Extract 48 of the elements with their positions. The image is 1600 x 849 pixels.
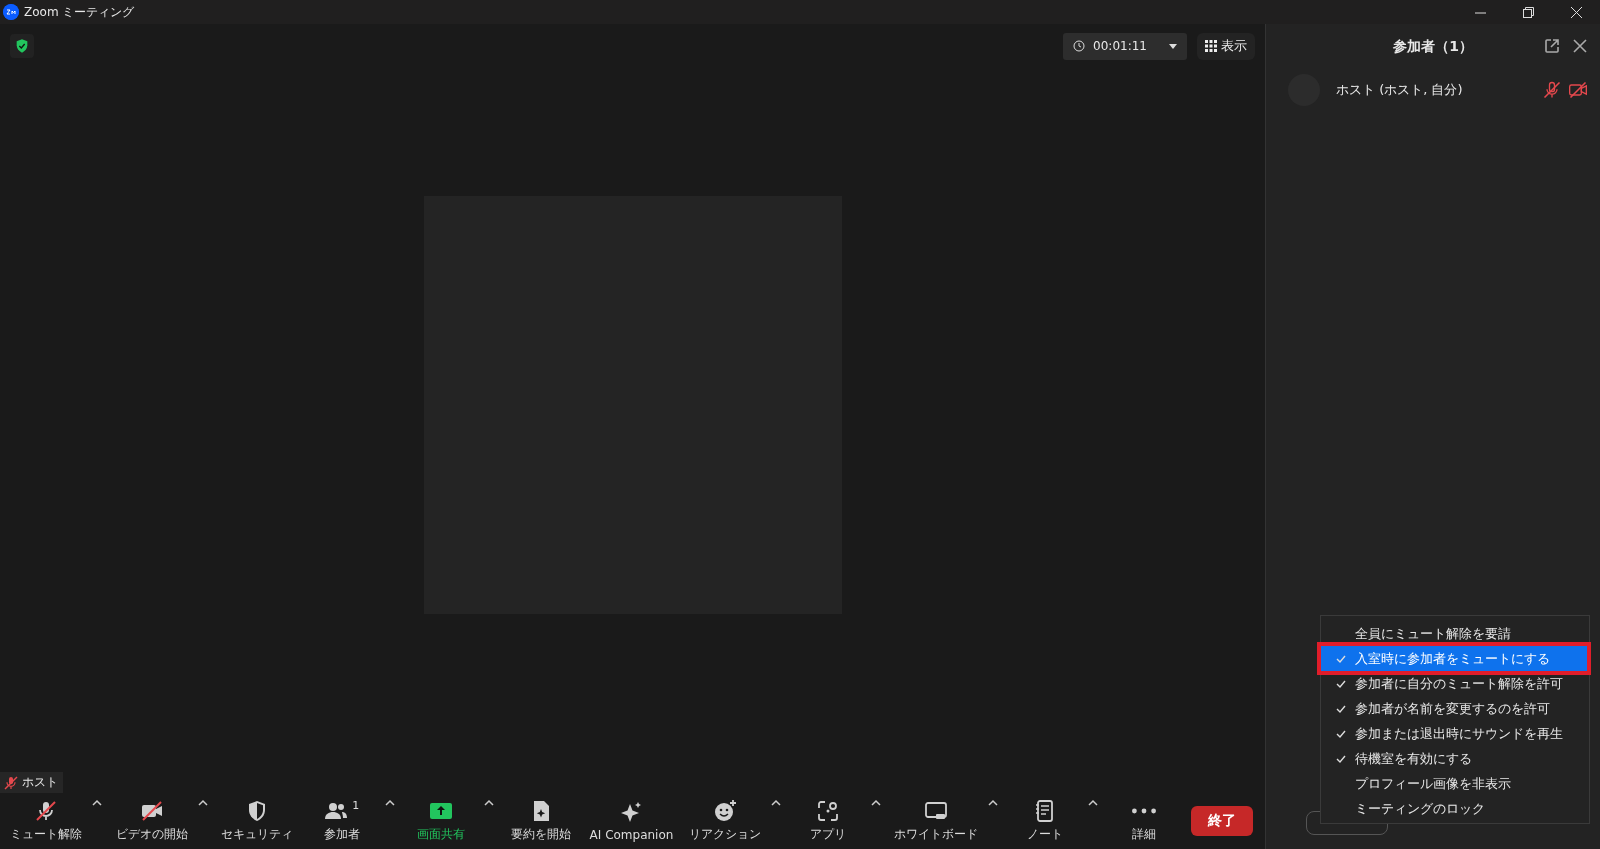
toolbar-button[interactable]: ビデオの開始 bbox=[113, 799, 190, 843]
caret-icon[interactable] bbox=[92, 799, 102, 807]
caret-icon[interactable] bbox=[771, 799, 781, 807]
menu-item[interactable]: 待機室を有効にする bbox=[1321, 746, 1589, 771]
smiley-icon bbox=[713, 799, 737, 823]
caret-icon[interactable] bbox=[988, 799, 999, 807]
toolbar-button[interactable]: 要約を開始 bbox=[505, 799, 576, 843]
clock-icon bbox=[1073, 40, 1086, 52]
camera-icon bbox=[139, 799, 164, 823]
menu-item[interactable]: 全員にミュート解除を要請 bbox=[1321, 621, 1589, 646]
toolbar-button[interactable]: ノート bbox=[1009, 799, 1080, 843]
participant-name: ホスト (ホスト, 自分) bbox=[1336, 81, 1464, 99]
view-button[interactable]: 表示 bbox=[1197, 32, 1255, 60]
encryption-shield-icon[interactable] bbox=[10, 34, 34, 58]
toolbar-button[interactable]: 画面共有 bbox=[406, 799, 477, 843]
menu-item[interactable]: 参加者に自分のミュート解除を許可 bbox=[1321, 671, 1589, 696]
toolbar-button[interactable]: アプリ bbox=[792, 799, 863, 843]
caret-icon[interactable] bbox=[197, 799, 208, 807]
menu-item[interactable]: 参加者が名前を変更するのを許可 bbox=[1321, 696, 1589, 721]
menu-item[interactable]: ミーティングのロック bbox=[1321, 796, 1589, 821]
toolbar-button[interactable]: AI Companion bbox=[587, 800, 676, 842]
caret-icon[interactable] bbox=[1087, 799, 1098, 807]
restore-icon bbox=[1522, 6, 1534, 18]
toolbar-button[interactable]: セキュリティ bbox=[219, 799, 296, 843]
toolbar-button[interactable]: 詳細 bbox=[1109, 799, 1180, 843]
grid-icon bbox=[1205, 40, 1217, 52]
apps-icon bbox=[815, 799, 840, 823]
toolbar-button[interactable]: リアクション bbox=[687, 799, 763, 843]
close-icon[interactable] bbox=[1572, 38, 1588, 54]
toolbar-button[interactable]: ミュート解除 bbox=[8, 799, 84, 843]
caret-icon[interactable] bbox=[484, 799, 495, 807]
caret-icon[interactable] bbox=[384, 799, 395, 807]
toolbar-button[interactable]: 1 参加者 bbox=[306, 799, 377, 843]
menu-item[interactable]: 参加または退出時にサウンドを再生 bbox=[1321, 721, 1589, 746]
window-title: Zoom ミーティング bbox=[24, 3, 135, 21]
close-icon bbox=[1570, 6, 1582, 18]
app-logo-icon bbox=[3, 4, 19, 20]
microphone-icon bbox=[34, 799, 58, 823]
self-name-label: ホスト bbox=[0, 772, 63, 793]
timer-button[interactable]: 00:01:11 bbox=[1063, 32, 1187, 60]
caret-icon[interactable] bbox=[870, 799, 881, 807]
toolbar-button[interactable]: ホワイトボード bbox=[892, 799, 981, 843]
panel-title: 参加者（1） bbox=[1393, 38, 1473, 56]
pop-out-icon[interactable] bbox=[1544, 38, 1560, 54]
dropdown-icon bbox=[1169, 43, 1177, 49]
more-icon bbox=[1132, 808, 1157, 814]
end-button[interactable]: 終了 bbox=[1190, 806, 1253, 836]
menu-item[interactable]: プロフィール画像を非表示 bbox=[1321, 771, 1589, 796]
